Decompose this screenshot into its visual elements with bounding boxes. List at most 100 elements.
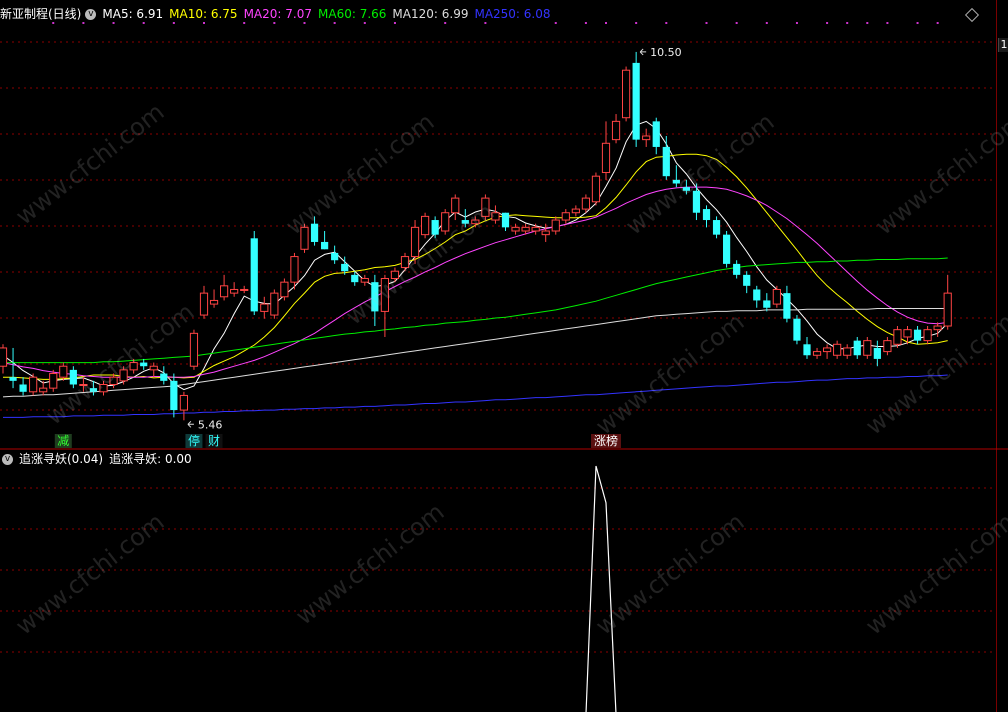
ma-label-ma5: MA5: 6.91 xyxy=(102,7,164,21)
candle-body xyxy=(441,212,450,232)
candle-body xyxy=(451,197,460,214)
stock-chart[interactable]: 10.50 5.46 减 停财 涨榜 xyxy=(0,0,1008,712)
signal-dot xyxy=(243,22,246,24)
candle-body xyxy=(933,325,942,331)
candle-body xyxy=(541,230,550,236)
candle-body xyxy=(611,120,621,141)
candle-body xyxy=(632,62,640,140)
candle-body xyxy=(672,179,680,184)
candle-body xyxy=(321,241,329,250)
candle-body xyxy=(421,215,430,236)
candle-body xyxy=(59,365,68,378)
ma-label-ma20: MA20: 7.07 xyxy=(243,7,312,21)
candle-body xyxy=(240,288,249,291)
signal-dot xyxy=(172,22,175,24)
signal-dot xyxy=(916,22,919,24)
candle-body xyxy=(89,388,98,392)
signal-dot xyxy=(363,22,366,24)
candle-body xyxy=(793,318,801,341)
candle-body xyxy=(280,281,289,298)
signal-dot xyxy=(142,22,145,24)
candle-body xyxy=(19,384,27,392)
candle-body xyxy=(461,220,469,224)
candle-body xyxy=(521,226,530,232)
signal-dot xyxy=(554,22,557,24)
candle-body xyxy=(923,329,932,342)
signal-dot xyxy=(635,22,638,24)
candle-body xyxy=(290,256,299,283)
candle-body xyxy=(833,343,842,356)
candle-body xyxy=(209,299,219,305)
candle-body xyxy=(873,347,881,359)
signal-dot xyxy=(444,22,447,24)
candle-body xyxy=(551,219,560,232)
event-marker: 减 xyxy=(57,434,69,448)
signal-dot xyxy=(936,22,939,24)
candle-body xyxy=(893,329,902,345)
signal-dot xyxy=(705,22,708,24)
signal-dot xyxy=(52,22,55,24)
ma-label-ma10: MA10: 6.75 xyxy=(169,7,238,21)
stock-title: 新亚制程(日线) xyxy=(0,7,82,21)
candle-body xyxy=(601,142,611,174)
signal-dot xyxy=(765,22,768,24)
signal-dot xyxy=(303,22,306,24)
candle-body xyxy=(682,187,690,191)
candle-body xyxy=(642,135,651,141)
signal-dot xyxy=(826,22,829,24)
candle-body xyxy=(250,238,258,312)
candle-body xyxy=(772,288,781,305)
signal-dot xyxy=(735,22,738,24)
price-axis-label: 1 xyxy=(998,38,1008,52)
candle-body xyxy=(723,234,731,264)
signal-dot xyxy=(484,22,487,24)
indicator-header: v 追涨寻妖(0.04) 追涨寻妖: 0.00 xyxy=(0,451,198,467)
candle-body xyxy=(371,282,379,312)
chevron-down-icon[interactable]: v xyxy=(2,454,13,465)
candle-body xyxy=(571,208,580,214)
candle-body xyxy=(531,226,540,232)
signal-dot xyxy=(584,22,587,24)
candle-body xyxy=(622,69,631,119)
candle-body xyxy=(803,344,811,356)
candle-body xyxy=(863,340,872,356)
candle-body xyxy=(341,263,349,272)
candle-body xyxy=(753,289,761,301)
candle-body xyxy=(662,146,670,177)
chevron-down-icon[interactable]: v xyxy=(85,9,97,20)
candle-body xyxy=(581,197,590,210)
candle-body xyxy=(733,263,741,275)
candle-body xyxy=(310,223,319,242)
candle-body xyxy=(491,212,500,221)
signal-dot xyxy=(393,22,396,24)
indicator-title: 追涨寻妖(0.04) xyxy=(19,452,104,466)
candle-body xyxy=(853,340,861,356)
candle-body xyxy=(702,209,711,221)
ma-label-ma120: MA120: 6.99 xyxy=(392,7,469,21)
candle-body xyxy=(260,303,269,312)
candle-body xyxy=(823,347,832,353)
candle-body xyxy=(812,351,822,356)
candle-body xyxy=(431,220,439,235)
candle-body xyxy=(351,274,359,283)
candle-body xyxy=(69,369,77,385)
candle-body xyxy=(913,329,922,341)
candle-body xyxy=(501,212,510,228)
signal-dot xyxy=(203,22,205,24)
candle-body xyxy=(119,369,128,382)
signal-dot xyxy=(82,22,85,24)
candle-body xyxy=(390,270,400,280)
candle-body xyxy=(652,121,660,147)
candle-body xyxy=(561,212,570,221)
event-marker: 财 xyxy=(208,434,220,448)
candle-body xyxy=(109,376,118,385)
candle-body xyxy=(220,285,229,298)
candle-body xyxy=(9,377,17,381)
candle-body xyxy=(400,256,410,269)
signal-dot xyxy=(886,22,889,24)
signal-dot xyxy=(605,22,607,24)
indicator-line xyxy=(585,465,617,712)
signal-dot xyxy=(112,22,115,24)
candle-body xyxy=(843,347,852,356)
candle-body xyxy=(140,362,148,367)
